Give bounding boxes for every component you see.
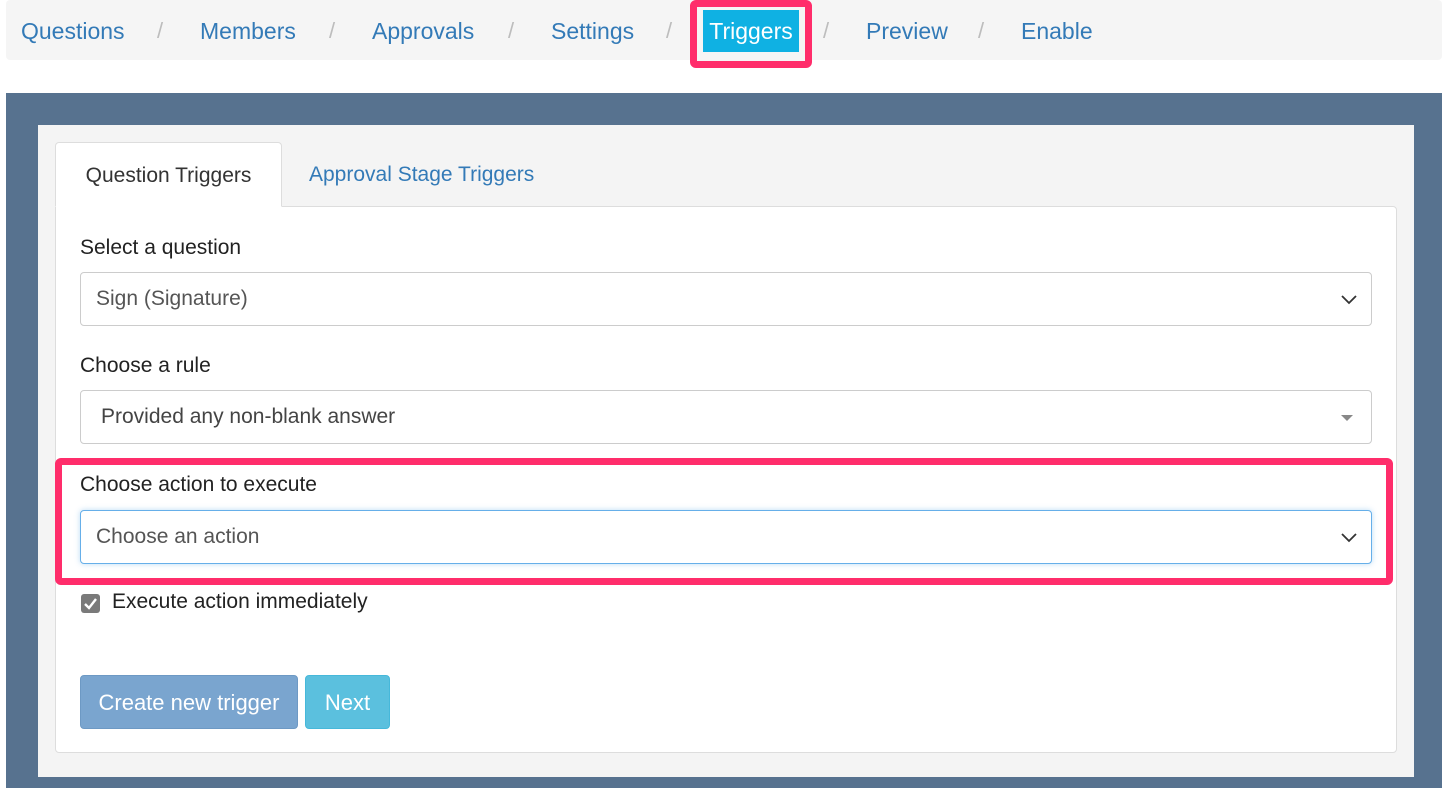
action-select[interactable]: Choose an action [80, 510, 1372, 564]
action-select-placeholder: Choose an action [96, 525, 260, 548]
breadcrumb-separator: / [157, 18, 164, 43]
chevron-down-icon [1341, 533, 1357, 543]
breadcrumb-separator: / [329, 18, 336, 43]
breadcrumb-item-enable[interactable]: Enable [1021, 16, 1093, 46]
create-trigger-button[interactable]: Create new trigger [80, 675, 298, 729]
breadcrumb-item-triggers[interactable]: Triggers [703, 10, 799, 52]
question-label: Select a question [80, 236, 242, 259]
chevron-down-icon [1341, 295, 1357, 305]
rule-select[interactable]: Provided any non-blank answer [80, 390, 1372, 444]
breadcrumb-separator: / [978, 18, 985, 43]
breadcrumb-item-settings[interactable]: Settings [551, 16, 634, 46]
tab-approval-stage-triggers[interactable]: Approval Stage Triggers [309, 142, 534, 207]
question-select-value: Sign (Signature) [96, 287, 248, 310]
action-label: Choose action to execute [80, 473, 317, 496]
execute-immediately-checkbox[interactable] [81, 594, 100, 613]
caret-down-icon [1341, 415, 1353, 421]
breadcrumb-item-members[interactable]: Members [200, 16, 296, 46]
breadcrumb-separator: / [666, 18, 673, 43]
next-button[interactable]: Next [305, 675, 390, 729]
execute-immediately-label[interactable]: Execute action immediately [112, 590, 368, 614]
tab-question-triggers[interactable]: Question Triggers [55, 142, 282, 207]
breadcrumb-item-approvals[interactable]: Approvals [372, 16, 474, 46]
rule-select-value: Provided any non-blank answer [101, 405, 396, 428]
breadcrumb-separator: / [823, 18, 830, 43]
checkmark-icon [84, 598, 97, 610]
breadcrumb-separator: / [508, 18, 515, 43]
breadcrumb-item-questions[interactable]: Questions [21, 16, 125, 46]
breadcrumb-item-preview[interactable]: Preview [866, 16, 948, 46]
question-select[interactable]: Sign (Signature) [80, 272, 1372, 326]
rule-label: Choose a rule [80, 354, 211, 377]
